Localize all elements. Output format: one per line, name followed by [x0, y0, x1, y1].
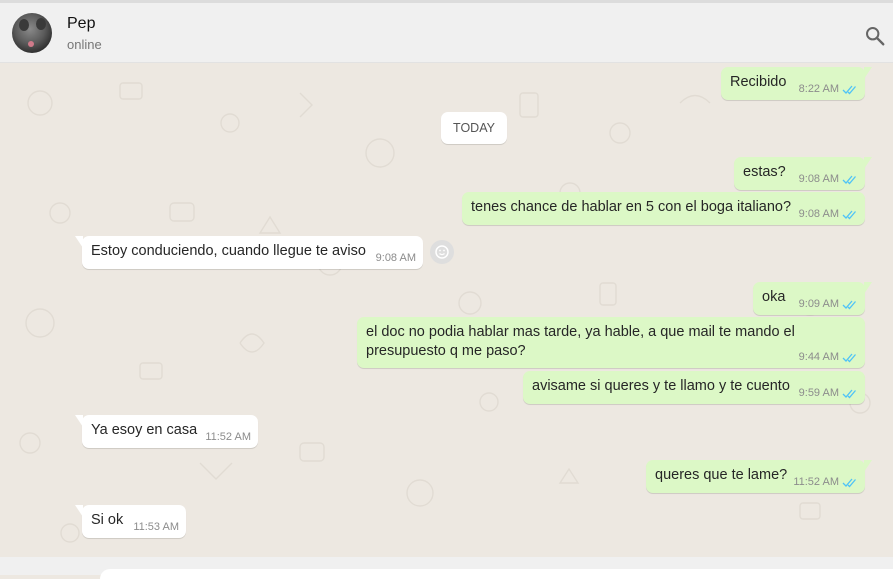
double-check-read-icon: [842, 478, 856, 488]
bubble-tail: [75, 236, 83, 248]
bubble-tail: [864, 282, 872, 294]
bubble-tail: [75, 415, 83, 427]
message-time: 11:52 AM: [793, 476, 839, 488]
message-text: queres que te lame?: [655, 467, 788, 483]
avatar-ear: [36, 18, 46, 30]
message-time: 9:08 AM: [375, 252, 416, 264]
message-meta: 9:08 AM: [376, 253, 416, 264]
message-input[interactable]: [100, 569, 893, 579]
avatar-tongue: [28, 41, 34, 47]
message-time: 8:22 AM: [798, 83, 839, 95]
search-icon[interactable]: [864, 25, 886, 47]
message-text: oka: [762, 289, 786, 305]
outgoing-message[interactable]: oka 9:09 AM: [753, 282, 872, 315]
double-check-read-icon: [842, 300, 856, 310]
message-text: el doc no podia hablar mas tarde, ya hab…: [366, 324, 795, 359]
message-meta: 11:53 AM: [133, 522, 179, 533]
message-text: estas?: [743, 164, 786, 180]
message-meta: 9:44 AM: [799, 352, 858, 363]
message-meta: 9:08 AM: [799, 209, 858, 220]
contact-avatar[interactable]: [12, 13, 52, 53]
message-meta: 9:59 AM: [799, 388, 858, 399]
double-check-read-icon: [842, 389, 856, 399]
outgoing-message[interactable]: avisame si queres y te llamo y te cuento…: [523, 371, 865, 404]
message-text: Ya esoy en casa: [91, 422, 198, 438]
message-list[interactable]: Recibido 8:22 AM TODAY estas? 9:08 AM te…: [0, 63, 893, 557]
message-time: 9:08 AM: [798, 208, 839, 220]
double-check-read-icon: [842, 175, 856, 185]
message-meta: 8:22 AM: [799, 84, 858, 95]
date-divider: TODAY: [441, 112, 507, 144]
message-time: 11:52 AM: [205, 431, 251, 443]
message-text: avisame si queres y te llamo y te cuento: [532, 378, 790, 394]
smiley-icon: [435, 245, 449, 259]
outgoing-message[interactable]: estas? 9:08 AM: [734, 157, 872, 190]
contact-status: online: [67, 37, 102, 52]
bubble-tail: [864, 157, 872, 169]
incoming-message[interactable]: Si ok 11:53 AM: [75, 505, 186, 538]
message-meta: 9:08 AM: [799, 174, 858, 185]
message-text: Recibido: [730, 74, 787, 90]
double-check-read-icon: [842, 210, 856, 220]
message-text: Estoy conduciendo, cuando llegue te avis…: [91, 243, 366, 259]
message-text: tenes chance de hablar en 5 con el boga …: [471, 199, 792, 215]
bubble-tail: [864, 67, 872, 79]
outgoing-message[interactable]: tenes chance de hablar en 5 con el boga …: [462, 192, 865, 225]
message-time: 9:08 AM: [798, 173, 839, 185]
bubble-tail: [864, 460, 872, 472]
outgoing-message[interactable]: queres que te lame? 11:52 AM: [646, 460, 872, 493]
incoming-message[interactable]: Estoy conduciendo, cuando llegue te avis…: [75, 236, 423, 269]
bubble-tail: [75, 505, 83, 517]
incoming-message[interactable]: Ya esoy en casa 11:52 AM: [75, 415, 258, 448]
avatar-ear: [19, 19, 29, 31]
outgoing-message[interactable]: Recibido 8:22 AM: [721, 67, 872, 100]
contact-name[interactable]: Pep: [67, 15, 95, 33]
double-check-read-icon: [842, 85, 856, 95]
message-time: 11:53 AM: [133, 521, 179, 533]
message-meta: 11:52 AM: [793, 477, 858, 488]
message-time: 9:59 AM: [798, 387, 839, 399]
double-check-read-icon: [842, 353, 856, 363]
message-time: 9:09 AM: [798, 298, 839, 310]
message-time: 9:44 AM: [798, 351, 839, 363]
react-emoji-button[interactable]: [430, 240, 454, 264]
chat-header: Pep online: [0, 3, 893, 63]
message-meta: 11:52 AM: [205, 432, 251, 443]
outgoing-message[interactable]: el doc no podia hablar mas tarde, ya hab…: [357, 317, 865, 368]
message-text: Si ok: [91, 512, 124, 528]
message-meta: 9:09 AM: [799, 299, 858, 310]
